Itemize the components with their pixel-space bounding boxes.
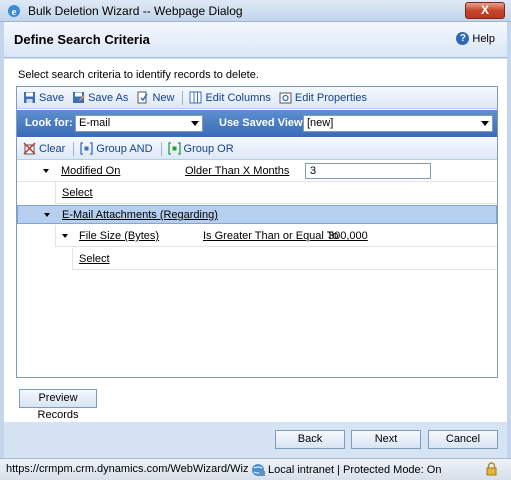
help-link[interactable]: ? Help — [456, 32, 495, 45]
intranet-globe-icon — [252, 464, 265, 476]
select-field-link[interactable]: Select — [79, 253, 110, 265]
save-as-button[interactable]: Save As — [72, 91, 128, 104]
saved-view-dropdown-arrow — [481, 121, 489, 126]
saved-view-label: Use Saved View: — [219, 117, 307, 129]
saved-view-select[interactable]: [new] — [303, 115, 493, 132]
window-titlebar: e Bulk Deletion Wizard -- Webpage Dialog… — [0, 0, 511, 22]
clear-label: Clear — [39, 142, 66, 155]
back-button[interactable]: Back — [275, 430, 345, 449]
preview-records-button[interactable]: Preview Records — [19, 389, 97, 421]
save-icon — [24, 92, 35, 103]
edit-properties-label: Edit Properties — [294, 91, 368, 104]
save-button[interactable]: Save — [23, 91, 64, 104]
dialog-header: Define Search Criteria ? Help — [4, 22, 507, 58]
group-or-icon — [167, 142, 181, 155]
edit-columns-icon — [189, 91, 202, 104]
criteria-row-related: File Size (Bytes) Is Greater Than or Equ… — [55, 225, 497, 247]
criteria-area: Modified On Older Than X Months 3 Select… — [17, 160, 497, 377]
group-toolbar-separator-1 — [73, 141, 75, 156]
dialog-footer: Back Next Cancel — [4, 422, 507, 458]
query-toolbar: Save Save As New Edit Columns Edit Prope… — [17, 87, 497, 109]
row-menu-arrow-icon[interactable] — [43, 169, 49, 173]
help-label: Help — [472, 32, 495, 45]
criteria-value-input[interactable]: 3 — [305, 163, 431, 179]
group-or-button[interactable]: Group OR — [167, 142, 234, 155]
criteria-operator[interactable]: Is Greater Than or Equal To — [203, 230, 338, 242]
related-menu-arrow-icon[interactable] — [44, 213, 50, 217]
select-row-related: Select — [72, 248, 497, 270]
next-button[interactable]: Next — [351, 430, 421, 449]
save-label: Save — [39, 91, 65, 104]
security-zone-label: Local intranet | Protected Mode: On — [268, 464, 442, 476]
select-row: Select — [55, 182, 497, 204]
cancel-button[interactable]: Cancel — [428, 430, 498, 449]
window-close-button[interactable]: X — [465, 2, 505, 19]
edit-properties-button[interactable]: Edit Properties — [279, 91, 367, 104]
new-label: New — [152, 91, 175, 104]
instructions-text: Select search criteria to identify recor… — [18, 69, 259, 81]
group-toolbar-separator-2 — [160, 141, 162, 156]
edit-properties-icon — [279, 92, 292, 104]
window-title: Bulk Deletion Wizard -- Webpage Dialog — [28, 3, 243, 18]
group-and-label: Group AND — [96, 142, 153, 155]
save-as-icon — [73, 92, 86, 103]
select-field-link[interactable]: Select — [62, 187, 93, 199]
query-builder-panel: Save Save As New Edit Columns Edit Prope… — [16, 86, 498, 378]
group-or-label: Group OR — [183, 142, 234, 155]
svg-text:e: e — [12, 6, 17, 18]
criteria-field[interactable]: Modified On — [61, 165, 120, 177]
related-entity-link[interactable]: E-Mail Attachments (Regarding) — [62, 209, 218, 221]
edit-columns-button[interactable]: Edit Columns — [189, 91, 271, 104]
security-zone: Local intranet | Protected Mode: On — [251, 463, 441, 477]
new-button[interactable]: New — [136, 91, 174, 104]
saved-view-value: [new] — [307, 117, 334, 129]
look-for-value: E-mail — [79, 117, 111, 129]
look-for-label: Look for: — [25, 117, 73, 129]
toolbar-separator — [182, 90, 184, 105]
look-for-bar: Look for: E-mail Use Saved View: [new] — [17, 110, 497, 137]
row-menu-arrow-icon[interactable] — [62, 234, 68, 238]
group-and-icon — [80, 142, 93, 155]
look-for-dropdown-arrow — [191, 121, 199, 126]
dialog-content: Select search criteria to identify recor… — [4, 59, 507, 422]
related-entity-row[interactable]: E-Mail Attachments (Regarding) — [17, 205, 497, 224]
save-as-label: Save As — [88, 91, 129, 104]
edit-columns-label: Edit Columns — [205, 91, 271, 104]
clear-button[interactable]: Clear — [23, 142, 65, 155]
criteria-operator[interactable]: Older Than X Months — [185, 165, 289, 177]
status-url: https://crmpm.crm.dynamics.com/WebWizard… — [6, 463, 248, 475]
criteria-value[interactable]: 300,000 — [328, 230, 368, 242]
new-icon — [137, 91, 149, 104]
internet-explorer-icon: e — [8, 4, 20, 18]
criteria-row: Modified On Older Than X Months 3 — [17, 160, 497, 182]
clear-icon — [23, 142, 36, 155]
lock-icon — [486, 462, 497, 476]
page-title: Define Search Criteria — [14, 32, 150, 47]
look-for-select[interactable]: E-mail — [75, 115, 203, 132]
status-bar: https://crmpm.crm.dynamics.com/WebWizard… — [0, 458, 511, 480]
criteria-field[interactable]: File Size (Bytes) — [79, 230, 159, 242]
group-toolbar: Clear Group AND Group OR — [17, 138, 497, 160]
group-and-button[interactable]: Group AND — [80, 142, 153, 155]
help-icon: ? — [456, 32, 470, 45]
